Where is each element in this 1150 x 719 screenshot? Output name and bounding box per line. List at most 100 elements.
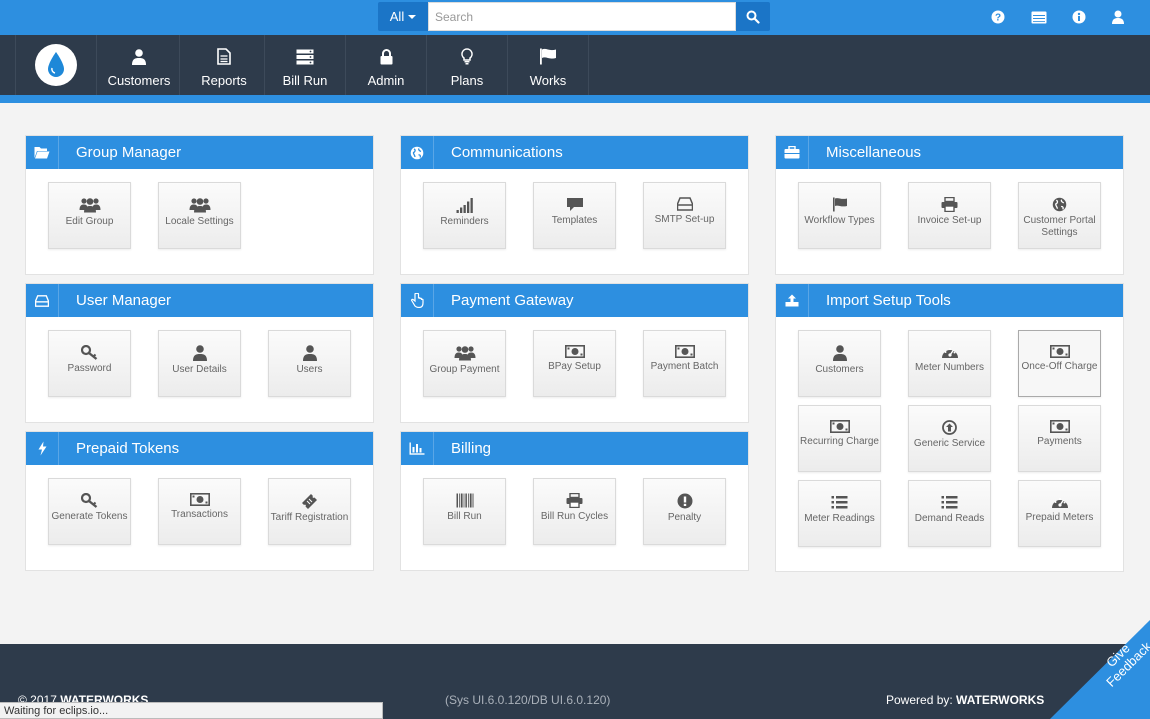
panel-title: Communications xyxy=(451,144,563,161)
give-feedback-button[interactable]: Give Feedback xyxy=(1050,620,1150,719)
tile-label: Penalty xyxy=(667,512,702,523)
tile-recurring-charge[interactable]: Recurring Charge xyxy=(798,405,881,472)
list-ol-icon xyxy=(831,496,848,509)
nav-admin[interactable]: Admin xyxy=(346,35,427,95)
user-icon xyxy=(832,345,847,361)
nav-bill-run[interactable]: Bill Run xyxy=(265,35,346,95)
tile-label: SMTP Set-up xyxy=(654,214,715,225)
tile-import-customers[interactable]: Customers xyxy=(798,330,881,397)
panel-miscellaneous: Miscellaneous Workflow Types Invoice Set… xyxy=(775,135,1124,275)
document-icon xyxy=(217,48,231,65)
tile-bpay-setup[interactable]: BPay Setup xyxy=(533,330,616,397)
top-bar: All ? xyxy=(0,0,1150,35)
money-icon xyxy=(674,345,695,358)
tile-edit-group[interactable]: Edit Group xyxy=(48,182,131,249)
panel-header: Communications xyxy=(401,136,748,169)
tile-label: Tariff Registration xyxy=(270,512,349,523)
search-scope-dropdown[interactable]: All xyxy=(378,2,428,31)
tile-bill-run-cycles[interactable]: Bill Run Cycles xyxy=(533,478,616,545)
flag-icon xyxy=(832,197,847,212)
nav-label: Admin xyxy=(367,73,405,88)
browser-status-bar: Waiting for eclips.io... xyxy=(0,702,383,719)
hand-pointer-icon xyxy=(401,284,434,317)
bar-chart-icon xyxy=(401,432,434,465)
money-icon xyxy=(189,493,210,506)
tile-payment-batch[interactable]: Payment Batch xyxy=(643,330,726,397)
barcode-icon xyxy=(456,493,473,508)
nav-accent-stripe xyxy=(0,95,1150,103)
info-icon[interactable] xyxy=(1070,8,1088,26)
lightbulb-icon xyxy=(461,48,473,65)
panel-title: Import Setup Tools xyxy=(826,292,951,309)
tile-group-payment[interactable]: Group Payment xyxy=(423,330,506,397)
key-icon xyxy=(81,493,98,508)
panel-header: Billing xyxy=(401,432,748,465)
comment-icon xyxy=(566,198,583,211)
search-button[interactable] xyxy=(736,2,770,31)
tile-penalty[interactable]: Penalty xyxy=(643,478,726,545)
tile-user-details[interactable]: User Details xyxy=(158,330,241,397)
water-drop-logo xyxy=(35,44,77,86)
search-scope-label: All xyxy=(389,9,405,24)
panel-import-setup-tools: Import Setup Tools Customers Meter Numbe… xyxy=(775,283,1124,572)
panel-title: Prepaid Tokens xyxy=(76,440,180,457)
users-icon xyxy=(454,346,475,361)
tile-label: Group Payment xyxy=(429,364,500,375)
panel-title: Payment Gateway xyxy=(451,292,574,309)
tile-reminders[interactable]: Reminders xyxy=(423,182,506,249)
tile-meter-readings[interactable]: Meter Readings xyxy=(798,480,881,547)
tile-invoice-setup[interactable]: Invoice Set-up xyxy=(908,182,991,249)
tile-prepaid-meters[interactable]: Prepaid Meters xyxy=(1018,480,1101,547)
search-icon xyxy=(746,10,760,24)
tile-users[interactable]: Users xyxy=(268,330,351,397)
panel-billing: Billing Bill Run Bill Run Cycles Penalty xyxy=(400,431,749,571)
tile-label: Customer Portal Settings xyxy=(1023,215,1096,238)
users-icon xyxy=(189,198,210,213)
tile-templates[interactable]: Templates xyxy=(533,182,616,249)
print-icon xyxy=(566,493,583,508)
users-icon xyxy=(79,198,100,213)
nav-plans[interactable]: Plans xyxy=(427,35,508,95)
briefcase-icon xyxy=(776,136,809,169)
money-icon xyxy=(1049,420,1070,433)
panel-payment-gateway: Payment Gateway Group Payment BPay Setup… xyxy=(400,283,749,423)
tile-meter-numbers[interactable]: Meter Numbers xyxy=(908,330,991,397)
search-input[interactable] xyxy=(428,2,736,31)
globe-icon xyxy=(401,136,434,169)
tile-generate-tokens[interactable]: Generate Tokens xyxy=(48,478,131,545)
help-icon[interactable]: ? xyxy=(989,8,1007,26)
tile-bill-run[interactable]: Bill Run xyxy=(423,478,506,545)
panel-prepaid-tokens: Prepaid Tokens Generate Tokens Transacti… xyxy=(25,431,374,571)
tile-workflow-types[interactable]: Workflow Types xyxy=(798,182,881,249)
tile-tariff-registration[interactable]: Tariff Registration xyxy=(268,478,351,545)
nav-label: Bill Run xyxy=(282,73,328,88)
tile-customer-portal-settings[interactable]: Customer Portal Settings xyxy=(1018,182,1101,249)
tile-generic-service[interactable]: Generic Service xyxy=(908,405,991,472)
nav-works[interactable]: Works xyxy=(508,35,589,95)
calendar-icon[interactable] xyxy=(1030,8,1048,26)
tile-label: Edit Group xyxy=(65,216,114,227)
logo[interactable] xyxy=(15,35,97,95)
tile-demand-reads[interactable]: Demand Reads xyxy=(908,480,991,547)
tile-payments[interactable]: Payments xyxy=(1018,405,1101,472)
panel-communications: Communications Reminders Templates SMTP … xyxy=(400,135,749,275)
nav-customers[interactable]: Customers xyxy=(99,35,180,95)
tile-label: Customers xyxy=(815,364,864,375)
key-icon xyxy=(81,345,98,360)
user-account-icon[interactable] xyxy=(1109,8,1127,26)
nav-reports[interactable]: Reports xyxy=(184,35,265,95)
arrow-circle-up-icon xyxy=(942,420,957,435)
nav-label: Plans xyxy=(450,73,484,88)
tile-once-off-charge[interactable]: Once-Off Charge xyxy=(1018,330,1101,397)
money-icon xyxy=(1049,345,1070,358)
tile-password[interactable]: Password xyxy=(48,330,131,397)
powered-prefix: Powered by: xyxy=(886,693,953,707)
tile-locale-settings[interactable]: Locale Settings xyxy=(158,182,241,249)
tile-label: Bill Run Cycles xyxy=(540,511,609,522)
tile-label: Demand Reads xyxy=(914,513,985,524)
tile-transactions[interactable]: Transactions xyxy=(158,478,241,545)
tile-label: Users xyxy=(296,364,323,375)
tile-label: Meter Numbers xyxy=(915,362,984,373)
tile-smtp-setup[interactable]: SMTP Set-up xyxy=(643,182,726,249)
nav-label: Works xyxy=(529,73,567,88)
